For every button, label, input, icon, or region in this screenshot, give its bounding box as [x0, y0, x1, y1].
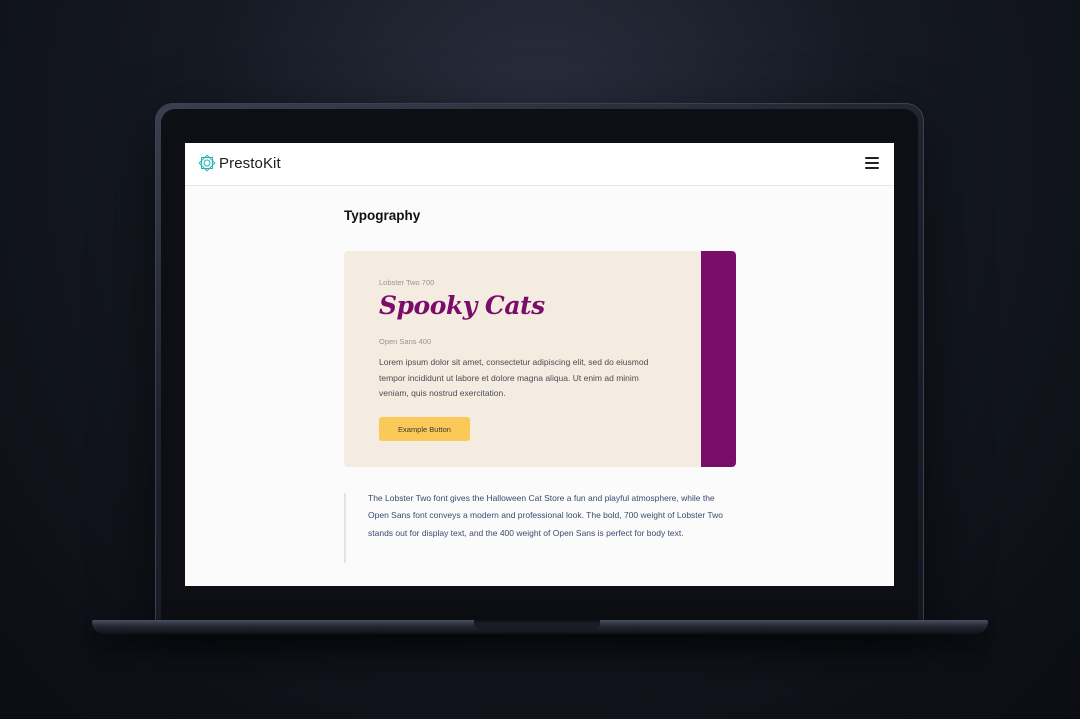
body-text-sample: Lorem ipsum dolor sit amet, consectetur …: [379, 357, 649, 398]
color-stripe: [701, 251, 736, 467]
example-button[interactable]: Example Button: [379, 417, 470, 441]
screen: PrestoKit Typography Lobster Two 700 Spo…: [185, 143, 894, 586]
body-font-label: Open Sans 400: [379, 337, 432, 346]
laptop-notch: [474, 620, 600, 630]
description-blockquote: The Lobster Two font gives the Halloween…: [344, 493, 734, 563]
typography-preview-card: Lobster Two 700 Spooky Cats Open Sans 40…: [344, 251, 736, 467]
display-font-label: Lobster Two 700: [379, 278, 435, 287]
display-text-sample: Spooky Cats: [379, 291, 545, 320]
hamburger-menu-icon[interactable]: [865, 157, 879, 169]
page-title: Typography: [344, 208, 421, 223]
description-text: The Lobster Two font gives the Halloween…: [368, 493, 724, 538]
logo-text[interactable]: PrestoKit: [219, 155, 281, 172]
top-bar: PrestoKit: [185, 143, 894, 186]
prestokit-logo-icon[interactable]: [198, 154, 216, 172]
